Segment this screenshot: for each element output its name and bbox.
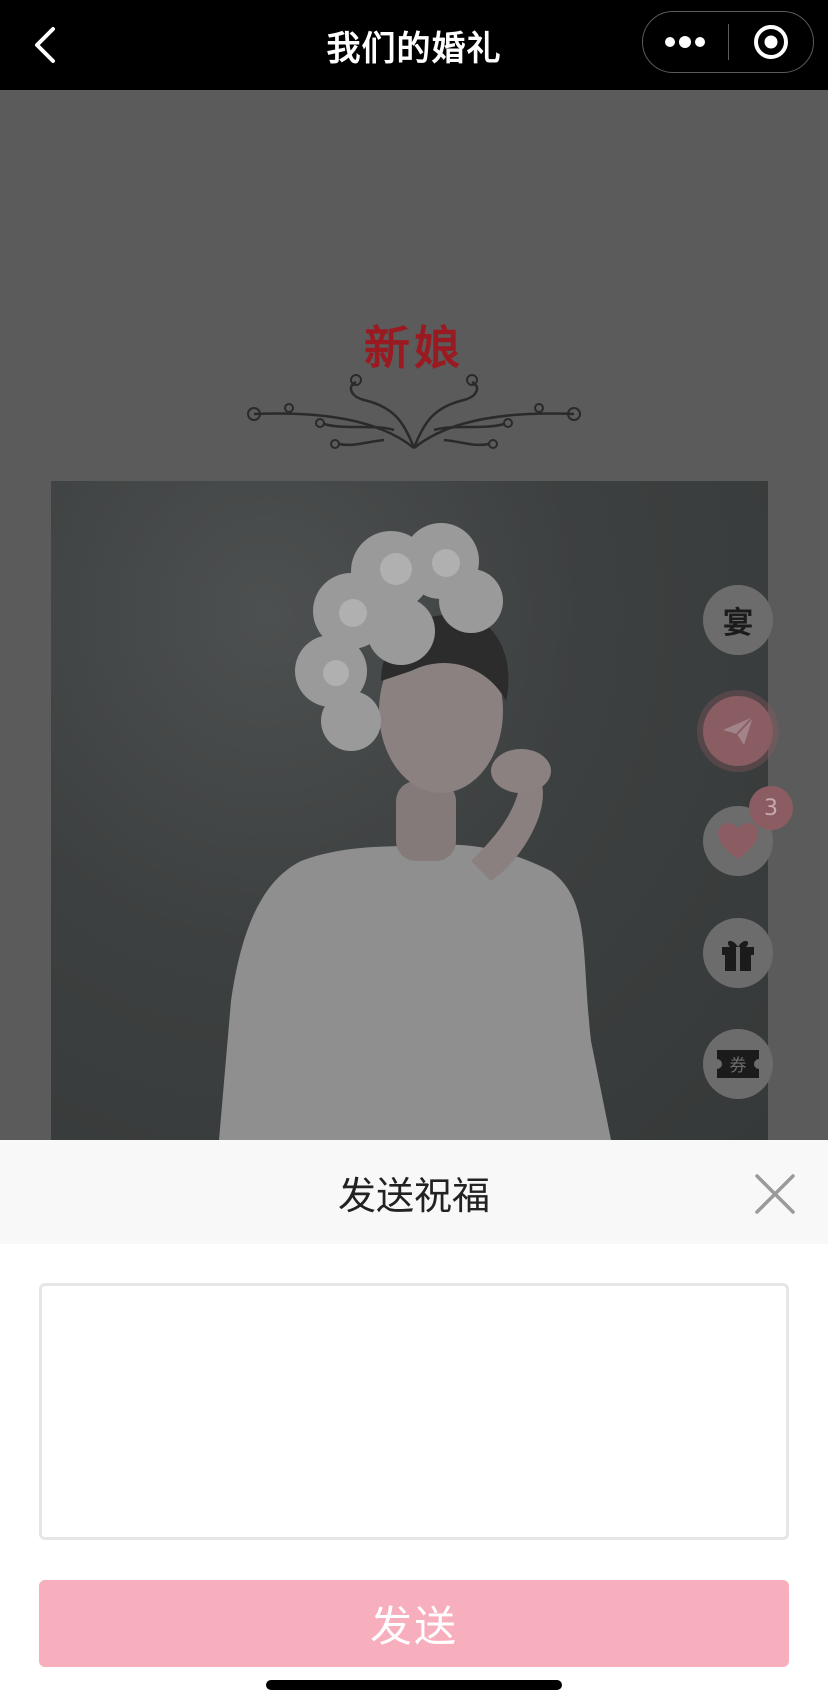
wish-message-input[interactable] — [39, 1283, 789, 1540]
floral-ornament-icon — [247, 374, 581, 449]
banquet-button[interactable]: 宴 — [703, 585, 773, 655]
sheet-title: 发送祝福 — [337, 1173, 490, 1218]
more-button[interactable] — [643, 12, 728, 72]
close-sheet-button[interactable] — [752, 1171, 798, 1217]
sheet-header: 发送祝福 — [0, 1140, 828, 1244]
bride-photo — [51, 481, 768, 1140]
like-count-badge: 3 — [749, 786, 793, 830]
send-button[interactable]: 发送 — [39, 1580, 789, 1667]
gift-icon — [722, 940, 754, 971]
send-wish-button[interactable] — [703, 696, 773, 766]
mini-program-capsule — [642, 11, 814, 73]
ticket-icon: 券 — [717, 1050, 759, 1078]
close-icon — [755, 1174, 795, 1214]
navigation-bar: 我们的婚礼 — [0, 0, 828, 90]
home-indicator — [266, 1680, 562, 1690]
banquet-label: 宴 — [723, 606, 753, 641]
more-dots-icon — [665, 36, 706, 48]
coupon-label: 券 — [730, 1056, 747, 1076]
paper-plane-icon — [723, 716, 754, 745]
target-circle-icon — [753, 25, 788, 59]
heart-icon — [718, 823, 758, 859]
gift-button[interactable] — [703, 918, 773, 988]
coupon-button[interactable]: 券 — [703, 1029, 773, 1099]
close-program-button[interactable] — [729, 12, 814, 72]
